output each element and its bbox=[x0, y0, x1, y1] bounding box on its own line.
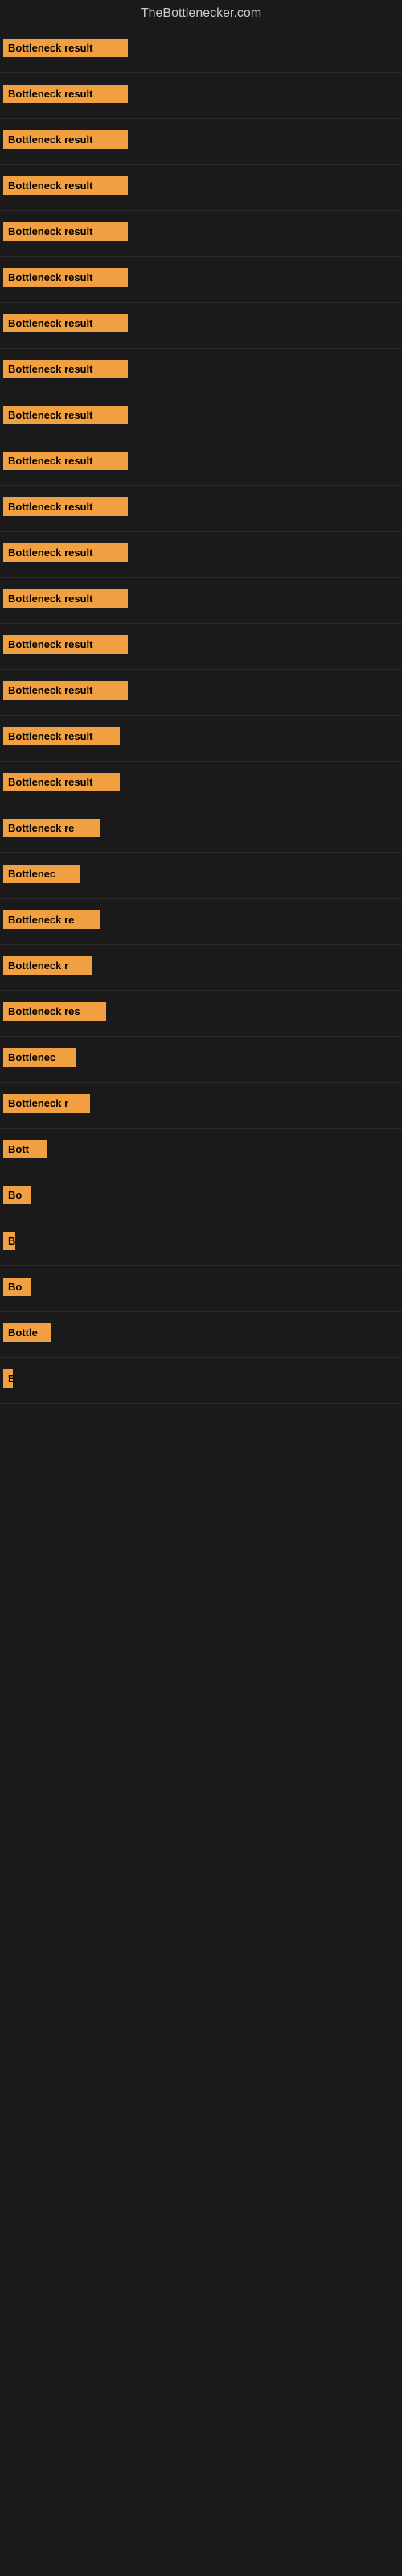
bottleneck-result-bar[interactable]: Bo bbox=[3, 1278, 31, 1296]
bar-row: Bottle bbox=[0, 1312, 402, 1358]
bottleneck-result-bar[interactable]: Bottleneck result bbox=[3, 406, 128, 424]
bar-row: Bottleneck result bbox=[0, 624, 402, 670]
bar-row: Bottleneck result bbox=[0, 303, 402, 349]
bottleneck-result-bar[interactable]: Bott bbox=[3, 1140, 47, 1158]
bar-row: Bottlenec bbox=[0, 1037, 402, 1083]
bar-row: Bottleneck result bbox=[0, 73, 402, 119]
bottleneck-result-bar[interactable]: Bottleneck result bbox=[3, 360, 128, 378]
bottleneck-result-bar[interactable]: Bottleneck result bbox=[3, 727, 120, 745]
bottleneck-result-bar[interactable]: Bottleneck result bbox=[3, 39, 128, 57]
bar-row: Bottleneck result bbox=[0, 165, 402, 211]
bar-row: Bottleneck result bbox=[0, 27, 402, 73]
bottleneck-result-bar[interactable]: B bbox=[3, 1369, 13, 1388]
bar-row: Bott bbox=[0, 1129, 402, 1174]
bottleneck-result-bar[interactable]: Bottlenec bbox=[3, 1048, 76, 1067]
bottleneck-result-bar[interactable]: Bottlenec bbox=[3, 865, 80, 883]
bottleneck-result-bar[interactable]: B bbox=[3, 1232, 15, 1250]
bottleneck-result-bar[interactable]: Bottleneck re bbox=[3, 819, 100, 837]
bar-row: Bottleneck r bbox=[0, 1083, 402, 1129]
bottleneck-result-bar[interactable]: Bo bbox=[3, 1186, 31, 1204]
bar-row: B bbox=[0, 1358, 402, 1404]
bottleneck-result-bar[interactable]: Bottleneck re bbox=[3, 910, 100, 929]
bottleneck-result-bar[interactable]: Bottleneck result bbox=[3, 314, 128, 332]
bottleneck-result-bar[interactable]: Bottleneck result bbox=[3, 497, 128, 516]
bottleneck-result-bar[interactable]: Bottleneck r bbox=[3, 956, 92, 975]
bottleneck-result-bar[interactable]: Bottleneck r bbox=[3, 1094, 90, 1113]
bar-row: Bottleneck result bbox=[0, 578, 402, 624]
site-title: TheBottlenecker.com bbox=[0, 0, 402, 27]
bottleneck-result-bar[interactable]: Bottleneck result bbox=[3, 222, 128, 241]
bottleneck-result-bar[interactable]: Bottleneck result bbox=[3, 176, 128, 195]
bar-row: Bottleneck result bbox=[0, 257, 402, 303]
bottleneck-result-bar[interactable]: Bottleneck result bbox=[3, 681, 128, 700]
bar-row: Bottleneck re bbox=[0, 899, 402, 945]
bar-row: Bottleneck result bbox=[0, 349, 402, 394]
bottleneck-result-bar[interactable]: Bottleneck result bbox=[3, 130, 128, 149]
bar-row: Bottleneck result bbox=[0, 716, 402, 762]
bar-row: Bottleneck result bbox=[0, 440, 402, 486]
bar-row: Bo bbox=[0, 1266, 402, 1312]
bar-row: Bottleneck r bbox=[0, 945, 402, 991]
bottleneck-result-bar[interactable]: Bottle bbox=[3, 1323, 51, 1342]
bar-row: Bottleneck result bbox=[0, 670, 402, 716]
bottleneck-result-bar[interactable]: Bottleneck result bbox=[3, 635, 128, 654]
bar-row: Bottleneck result bbox=[0, 532, 402, 578]
site-title-text: TheBottlenecker.com bbox=[141, 6, 261, 20]
bar-row: B bbox=[0, 1220, 402, 1266]
bottleneck-result-bar[interactable]: Bottleneck result bbox=[3, 452, 128, 470]
bar-row: Bottleneck re bbox=[0, 807, 402, 853]
bars-container: Bottleneck result Bottleneck result Bottle… bbox=[0, 27, 402, 1404]
bar-row: Bo bbox=[0, 1174, 402, 1220]
bar-row: Bottlenec bbox=[0, 853, 402, 899]
bottleneck-result-bar[interactable]: Bottleneck result bbox=[3, 773, 120, 791]
bottleneck-result-bar[interactable]: Bottleneck result bbox=[3, 85, 128, 103]
bar-row: Bottleneck result bbox=[0, 211, 402, 257]
bar-row: Bottleneck res bbox=[0, 991, 402, 1037]
bar-row: Bottleneck result bbox=[0, 486, 402, 532]
bar-row: Bottleneck result bbox=[0, 762, 402, 807]
bottleneck-result-bar[interactable]: Bottleneck result bbox=[3, 589, 128, 608]
bar-row: Bottleneck result bbox=[0, 119, 402, 165]
bottleneck-result-bar[interactable]: Bottleneck result bbox=[3, 268, 128, 287]
bar-row: Bottleneck result bbox=[0, 394, 402, 440]
bottleneck-result-bar[interactable]: Bottleneck res bbox=[3, 1002, 106, 1021]
bottleneck-result-bar[interactable]: Bottleneck result bbox=[3, 543, 128, 562]
